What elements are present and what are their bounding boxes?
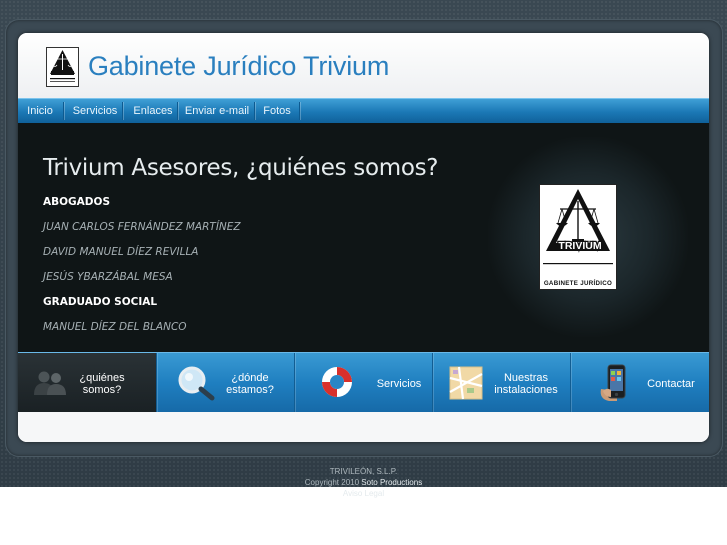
nav-inicio[interactable]: Inicio [22,99,58,123]
feature-bar: ¿quiénes somos? ¿dónde estamos? Servicios [18,352,709,413]
emblem-caption: GABINETE JURÍDICO [543,280,613,287]
staff-heading-abogados: ABOGADOS [43,196,111,208]
feature-label: Contactar [647,378,695,390]
nav-enlaces[interactable]: Enlaces [126,99,180,123]
nav-servicios[interactable]: Servicios [67,99,123,123]
feature-label: Servicios [376,378,422,390]
lifebuoy-icon [322,367,352,397]
staff-name: JESÚS YBARZÁBAL MESA [43,271,173,283]
staff-name: JUAN CARLOS FERNÁNDEZ MARTÍNEZ [43,221,241,233]
feature-nuestras-instalaciones[interactable]: Nuestras instalaciones [433,353,570,412]
hero-banner: Trivium Asesores, ¿quiénes somos? ABOGAD… [18,123,709,352]
staff-name: MANUEL DÍEZ DEL BLANCO [43,321,187,333]
feature-servicios[interactable]: Servicios [295,353,432,412]
feature-donde-estamos[interactable]: ¿dónde estamos? [157,353,294,412]
map-icon [449,366,483,400]
feature-label: Nuestras instalaciones [494,372,558,396]
footer-legal-link[interactable]: Aviso Legal [0,488,727,499]
site-title: Gabinete Jurídico Trivium [88,51,390,81]
nav-divider [122,102,123,120]
card-footer-strip [18,412,709,442]
phone-icon [600,364,626,401]
emblem-word: TRIVIUM [558,240,601,252]
feature-label: ¿dónde estamos? [226,372,274,396]
nav-enviar-email[interactable]: Enviar e-mail [181,99,253,123]
staff-name: DAVID MANUEL DÍEZ REVILLA [43,246,199,258]
trivium-emblem: TRIVIUM GABINETE JURÍDICO [539,184,617,290]
nav-divider [254,102,255,120]
staff-heading-graduado-social: GRADUADO SOCIAL [43,296,158,308]
footer-copyright-line: Copyright 2010 Soto Productions [0,477,727,488]
page-footer: TRIVILEÓN, S.L.P. Copyright 2010 Soto Pr… [0,466,727,499]
magnifier-icon [178,366,215,401]
nav-divider [299,102,300,120]
site-header: Gabinete Jurídico Trivium [18,33,709,98]
footer-credit-link[interactable]: Soto Productions [361,478,422,487]
site-card: Gabinete Jurídico Trivium Inicio Servici… [18,33,709,442]
main-nav: Inicio Servicios Enlaces Enviar e-mail F… [18,98,709,124]
nav-fotos[interactable]: Fotos [258,99,296,123]
nav-divider [177,102,178,120]
people-icon [34,371,66,395]
footer-company: TRIVILEÓN, S.L.P. [329,467,398,476]
feature-quienes-somos[interactable]: ¿quiénes somos? [18,353,156,412]
footer-copyright: Copyright 2010 [304,478,360,487]
feature-label: ¿quiénes somos? [79,372,125,396]
hero-title: Trivium Asesores, ¿quiénes somos? [43,155,439,181]
nav-divider [63,102,64,120]
feature-contactar[interactable]: Contactar [571,353,709,412]
trivium-logo[interactable] [46,47,79,87]
